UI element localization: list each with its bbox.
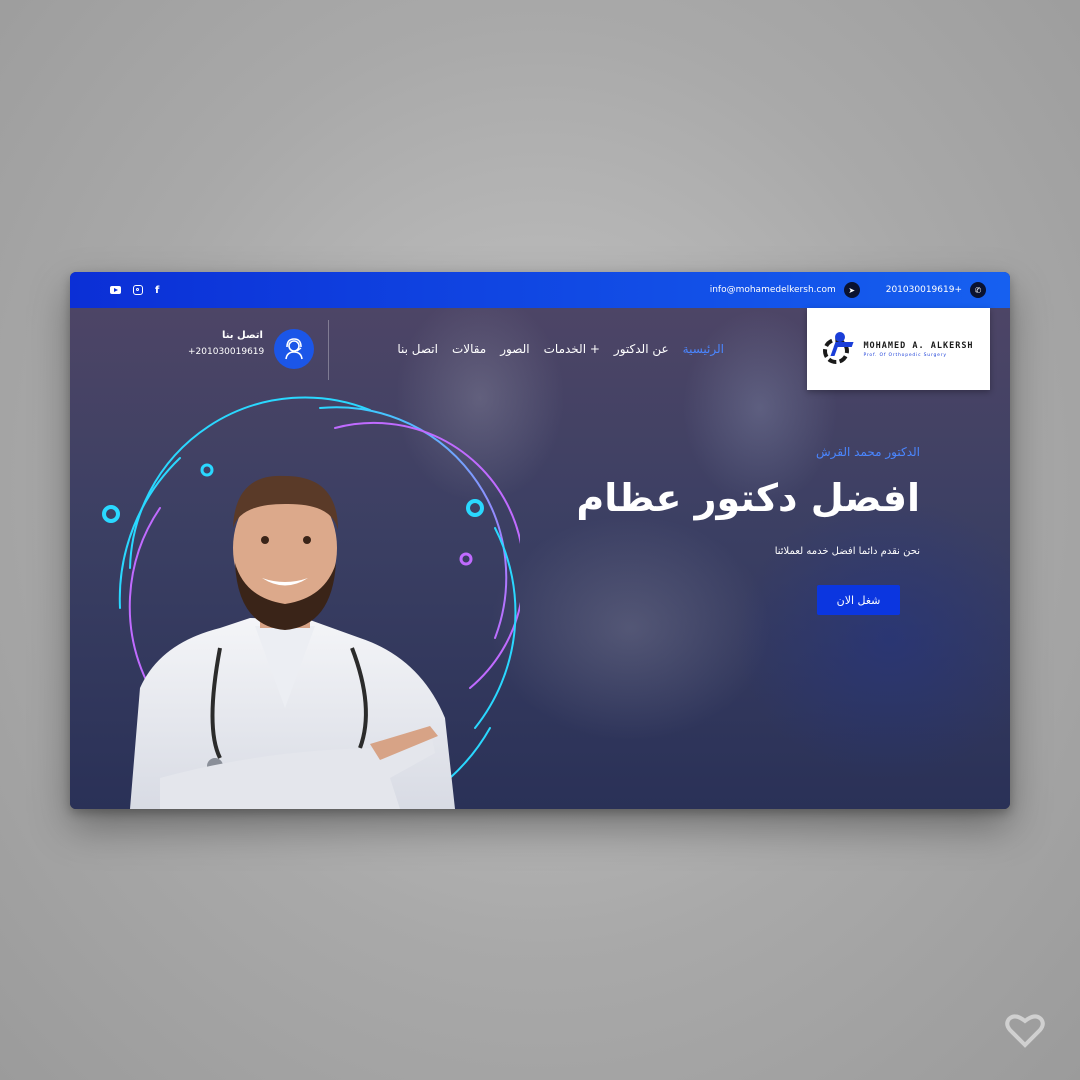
top-bar: f info@mohamedelkersh.com ➤ 201030019619… — [70, 272, 1010, 308]
cta-button[interactable]: شغل الان — [817, 585, 900, 615]
logo-name: MOHAMED A. ALKERSH — [863, 340, 974, 351]
hero-tagline: نحن نقدم دائما افضل خدمه لعملائنا — [774, 546, 920, 557]
site-logo[interactable]: MOHAMED A. ALKERSH Prof. Of Orthopedic S… — [807, 308, 990, 390]
nav-item-contact[interactable]: اتصل بنا — [397, 342, 438, 356]
phone-icon: ✆ — [970, 282, 986, 298]
nav-item-services[interactable]: الخدمات + — [544, 342, 600, 356]
nav-item-articles[interactable]: مقالات — [452, 342, 486, 356]
hero-section: MOHAMED A. ALKERSH Prof. Of Orthopedic S… — [70, 308, 1010, 809]
logo-subtitle: Prof. Of Orthopedic Surgery — [863, 352, 947, 358]
youtube-icon[interactable] — [110, 286, 121, 294]
phone-link[interactable]: 201030019619+ — [886, 285, 962, 295]
telegram-icon: ➤ — [843, 282, 860, 298]
nav-item-about[interactable]: عن الدكتور — [614, 342, 669, 356]
nav-item-gallery[interactable]: الصور — [500, 342, 529, 356]
main-nav: الرئيسية عن الدكتور الخدمات + الصور مقال… — [397, 342, 724, 356]
nav-divider — [328, 320, 329, 380]
doctor-illustration — [102, 396, 520, 809]
nav-item-home[interactable]: الرئيسية — [683, 342, 724, 356]
call-us-label: اتصل بنا — [221, 330, 263, 341]
call-us-phone: +201030019619 — [188, 347, 265, 357]
doctor-figure — [130, 475, 455, 809]
top-contacts: info@mohamedelkersh.com ➤ 201030019619+ … — [710, 272, 986, 308]
call-us-block[interactable]: اتصل بنا +201030019619 — [188, 330, 265, 357]
support-agent-icon — [274, 329, 314, 369]
website-mockup: f info@mohamedelkersh.com ➤ 201030019619… — [70, 272, 1010, 809]
instagram-icon[interactable] — [133, 285, 143, 295]
social-links: f — [110, 272, 159, 308]
logo-mark-icon — [823, 332, 857, 366]
facebook-icon[interactable]: f — [155, 285, 159, 296]
hero-headline: افضل دكتور عظام — [576, 476, 920, 520]
email-link[interactable]: info@mohamedelkersh.com — [710, 285, 836, 295]
heart-watermark-icon — [1005, 1014, 1045, 1048]
hero-kicker: الدكتور محمد القرش — [816, 445, 920, 459]
